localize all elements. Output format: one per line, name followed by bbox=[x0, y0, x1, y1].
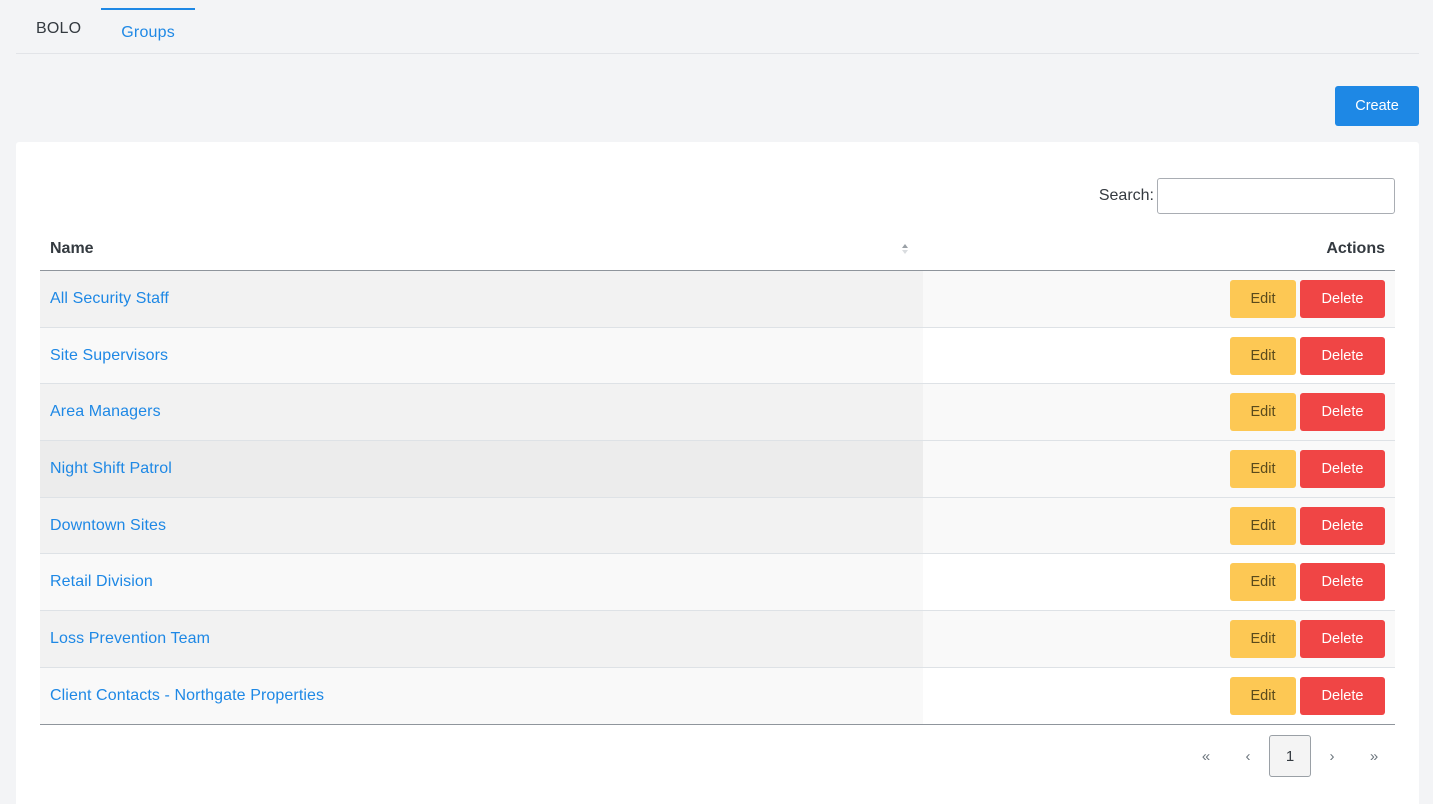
delete-button[interactable]: Delete bbox=[1300, 619, 1385, 658]
edit-button[interactable]: Edit bbox=[1230, 506, 1296, 545]
search-input[interactable] bbox=[1157, 178, 1395, 214]
delete-button[interactable]: Delete bbox=[1300, 676, 1385, 715]
group-name-link[interactable]: Night Shift Patrol bbox=[50, 460, 172, 478]
last-page-button[interactable]: » bbox=[1353, 735, 1395, 777]
table-row: Area Managers Edit Delete bbox=[40, 384, 1395, 442]
table-row: Loss Prevention Team Edit Delete bbox=[40, 611, 1395, 668]
sort-icon[interactable] bbox=[901, 242, 909, 256]
search-label: Search: bbox=[1098, 187, 1154, 204]
tab-bar: BOLO Groups bbox=[16, 8, 1419, 54]
delete-button[interactable]: Delete bbox=[1300, 563, 1385, 602]
delete-button[interactable]: Delete bbox=[1300, 279, 1385, 318]
group-name-link[interactable]: Client Contacts - Northgate Properties bbox=[50, 687, 324, 705]
table-row: Night Shift Patrol Edit Delete bbox=[40, 441, 1395, 498]
edit-button[interactable]: Edit bbox=[1230, 563, 1296, 602]
table-row: All Security Staff Edit Delete bbox=[40, 271, 1395, 328]
table-row: Downtown Sites Edit Delete bbox=[40, 497, 1395, 555]
groups-table: Name Actions All Security Staff Edit Del… bbox=[40, 228, 1395, 725]
column-header-name[interactable]: Name bbox=[40, 228, 923, 270]
page-1-button[interactable]: 1 bbox=[1269, 735, 1311, 777]
edit-button[interactable]: Edit bbox=[1230, 279, 1296, 318]
tab-groups[interactable]: Groups bbox=[101, 8, 195, 54]
edit-button[interactable]: Edit bbox=[1230, 449, 1296, 488]
edit-button[interactable]: Edit bbox=[1230, 619, 1296, 658]
groups-card: Search: Name Actions All Security Staff … bbox=[16, 142, 1419, 804]
edit-button[interactable]: Edit bbox=[1230, 336, 1296, 375]
pagination: « ‹ 1 › » bbox=[1185, 735, 1395, 777]
previous-page-button[interactable]: ‹ bbox=[1227, 735, 1269, 777]
delete-button[interactable]: Delete bbox=[1300, 506, 1385, 545]
delete-button[interactable]: Delete bbox=[1300, 336, 1385, 375]
next-page-button[interactable]: › bbox=[1311, 735, 1353, 777]
group-name-link[interactable]: Area Managers bbox=[50, 403, 161, 421]
table-header: Name Actions bbox=[40, 228, 1395, 271]
group-name-link[interactable]: All Security Staff bbox=[50, 290, 169, 308]
column-header-name-label: Name bbox=[50, 240, 94, 257]
tab-bolo[interactable]: BOLO bbox=[16, 8, 101, 54]
delete-button[interactable]: Delete bbox=[1300, 449, 1385, 488]
table-row: Retail Division Edit Delete bbox=[40, 554, 1395, 612]
table-row: Site Supervisors Edit Delete bbox=[40, 327, 1395, 385]
delete-button[interactable]: Delete bbox=[1300, 393, 1385, 432]
group-name-link[interactable]: Retail Division bbox=[50, 573, 153, 591]
page: BOLO Groups Create Search: Name Actions … bbox=[0, 0, 1433, 804]
edit-button[interactable]: Edit bbox=[1230, 393, 1296, 432]
group-name-link[interactable]: Downtown Sites bbox=[50, 517, 166, 535]
search-box: Search: bbox=[1099, 178, 1395, 214]
group-name-link[interactable]: Site Supervisors bbox=[50, 347, 168, 365]
table-row: Client Contacts - Northgate Properties E… bbox=[40, 667, 1395, 725]
group-name-link[interactable]: Loss Prevention Team bbox=[50, 630, 210, 648]
first-page-button[interactable]: « bbox=[1185, 735, 1227, 777]
column-header-actions: Actions bbox=[1326, 240, 1385, 257]
create-button[interactable]: Create bbox=[1335, 86, 1419, 126]
edit-button[interactable]: Edit bbox=[1230, 676, 1296, 715]
